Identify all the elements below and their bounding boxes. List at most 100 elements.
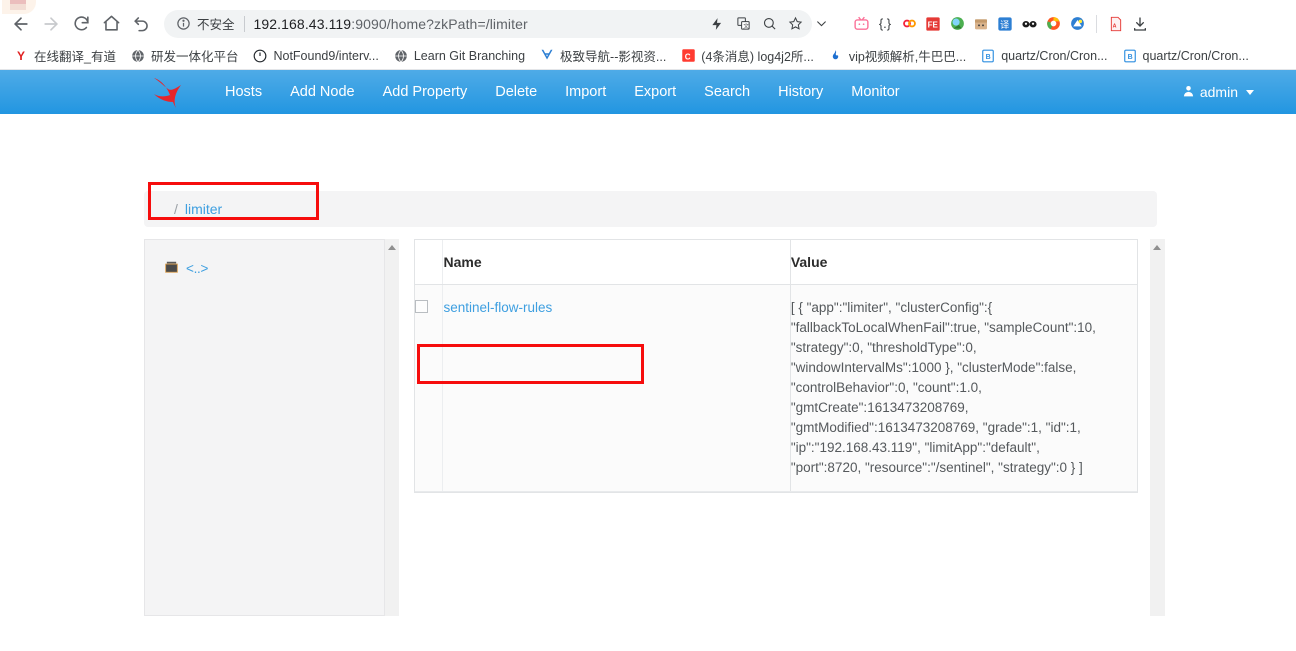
bookmark-item[interactable]: C (4条消息) log4j2所... (673, 44, 821, 68)
row-checkbox[interactable] (415, 300, 428, 313)
home-icon[interactable] (96, 9, 126, 39)
navigation-icon: ᗄ (541, 48, 553, 62)
bookmark-label: quartz/Cron/Cron... (1001, 48, 1108, 63)
bookmark-b-icon: B (1122, 48, 1138, 64)
downloads-icon[interactable] (1129, 13, 1151, 35)
tree-item-parent[interactable]: <..> (145, 240, 399, 277)
pdf-viewer-extension-icon[interactable]: A (1105, 13, 1127, 35)
omnibox-actions: 文 (704, 11, 834, 37)
json-formatter-extension-icon[interactable]: {.} (874, 13, 896, 35)
zoom-out-icon[interactable] (756, 11, 782, 37)
breadcrumb: / limiter (144, 191, 1157, 227)
scroll-up-arrow-icon[interactable] (388, 245, 396, 250)
nav-history[interactable]: History (764, 70, 837, 114)
page-content: / limiter <..> Name Value sentinel-flow-… (0, 114, 1296, 616)
url-path: /home?zkPath=/limiter (386, 15, 528, 32)
bookmark-item[interactable]: 研发一体化平台 (123, 44, 246, 68)
bookmark-item[interactable]: vip视频解析,牛巴巴... (821, 44, 973, 68)
adblock-extension-icon[interactable] (1018, 13, 1040, 35)
column-header-value: Value (790, 240, 1137, 285)
app-nav-links: Hosts Add Node Add Property Delete Impor… (211, 70, 914, 114)
forward-arrow-icon[interactable] (36, 9, 66, 39)
chevron-down-icon[interactable] (808, 11, 834, 37)
nav-search[interactable]: Search (690, 70, 764, 114)
info-circle-icon[interactable] (176, 16, 191, 31)
tree-panel-scrollbar[interactable] (384, 239, 399, 616)
user-menu[interactable]: admin (1182, 84, 1272, 101)
bookmark-label: 极致导航--影视资... (560, 50, 667, 64)
infinity-newtab-extension-icon[interactable] (898, 13, 920, 35)
nav-import[interactable]: Import (551, 70, 620, 114)
table-row: sentinel-flow-rules [ { "app":"limiter",… (415, 284, 1137, 492)
bookmark-label: NotFound9/interv... (273, 48, 379, 63)
csdn-icon: C (680, 48, 696, 64)
nav-add-property[interactable]: Add Property (369, 70, 482, 114)
bookmark-item[interactable]: ᗄ 极致导航--影视资... (532, 44, 673, 68)
bookmark-label: vip视频解析,牛巴巴... (848, 50, 967, 64)
svg-text:B: B (1127, 53, 1132, 60)
bookmark-label: 在线翻译_有道 (34, 50, 116, 64)
extension-icons: {.} FE 译 A (850, 13, 1151, 35)
url-host: 192.168.43.119 (253, 15, 352, 32)
bookmark-item[interactable]: Bquartz/Cron/Cron... (1115, 44, 1256, 68)
node-tree-panel: <..> (144, 239, 399, 616)
browser-toolbar: 不安全 192.168.43.119:9090/home?zkPath=/lim… (0, 6, 1296, 42)
bookmark-label: (4条消息) log4j2所... (701, 50, 814, 64)
bookmarks-bar: Y 在线翻译_有道 研发一体化平台 NotFound9/interv... Lea… (0, 42, 1296, 70)
nav-monitor[interactable]: Monitor (837, 70, 913, 114)
fe-helper-extension-icon[interactable]: FE (922, 13, 944, 35)
row-name-cell: sentinel-flow-rules (442, 284, 791, 492)
omnibox-divider (243, 15, 245, 32)
scroll-up-arrow-icon[interactable] (1153, 245, 1161, 250)
globe-icon (393, 48, 409, 64)
reload-icon[interactable] (66, 9, 96, 39)
bookmark-item[interactable]: Y 在线翻译_有道 (6, 44, 123, 68)
row-select-cell (415, 284, 444, 492)
nav-add-node[interactable]: Add Node (276, 70, 369, 114)
bookmark-label: 研发一体化平台 (150, 50, 239, 64)
red-bird-logo-icon (154, 78, 181, 108)
translate-icon[interactable]: 文 (730, 11, 756, 37)
bookmark-item[interactable]: NotFound9/interv... (245, 44, 385, 68)
nav-hosts[interactable]: Hosts (211, 70, 276, 114)
breadcrumb-separator: / (174, 201, 178, 217)
bookmark-label: quartz/Cron/Cron... (1142, 48, 1249, 63)
page-scrollbar[interactable] (1150, 239, 1165, 616)
screenshot-extension-icon[interactable] (1066, 13, 1088, 35)
nav-delete[interactable]: Delete (481, 70, 551, 114)
svg-text:A: A (1113, 23, 1117, 29)
url-port: :9090 (351, 15, 387, 32)
bookmark-item[interactable]: Learn Git Branching (386, 44, 532, 68)
github-icon (252, 48, 268, 64)
tab-strip (0, 0, 1296, 14)
node-value-text: [ { "app":"limiter", "clusterConfig":{ "… (790, 300, 1096, 475)
zookeeper-admin-app: Hosts Add Node Add Property Delete Impor… (0, 70, 1296, 651)
history-back-icon[interactable] (126, 9, 156, 39)
nav-export[interactable]: Export (620, 70, 690, 114)
tree-parent-link[interactable]: <..> (186, 261, 208, 276)
globe-icon (130, 48, 146, 64)
internet-download-manager-extension-icon[interactable] (946, 13, 968, 35)
svg-text:译: 译 (1000, 20, 1010, 30)
bookmark-star-icon[interactable] (782, 11, 808, 37)
flash-icon[interactable] (704, 11, 730, 37)
app-navbar: Hosts Add Node Add Property Delete Impor… (0, 70, 1296, 114)
svg-text:B: B (986, 53, 991, 60)
user-name: admin (1199, 84, 1238, 100)
bookmark-b-icon: B (980, 48, 996, 64)
chrome-profile-extension-icon[interactable] (1042, 13, 1064, 35)
node-name-link[interactable]: sentinel-flow-rules (443, 300, 552, 315)
properties-table: Name Value sentinel-flow-rules [ { "app" (415, 240, 1137, 492)
brand-logo[interactable] (143, 75, 203, 109)
row-value-cell: [ { "app":"limiter", "clusterConfig":{ "… (790, 284, 1137, 492)
bilibili-extension-icon[interactable] (850, 13, 872, 35)
folder-icon (164, 260, 179, 277)
pocket-robot-extension-icon[interactable] (970, 13, 992, 35)
breadcrumb-current[interactable]: limiter (185, 201, 222, 217)
bookmark-item[interactable]: Bquartz/Cron/Cron... (973, 44, 1114, 68)
youdao-icon: Y (16, 48, 25, 63)
translate-extension-icon[interactable]: 译 (994, 13, 1016, 35)
select-all-header (415, 240, 444, 285)
browser-chrome: 不安全 192.168.43.119:9090/home?zkPath=/lim… (0, 0, 1296, 70)
properties-table-container: Name Value sentinel-flow-rules [ { "app" (414, 239, 1138, 493)
